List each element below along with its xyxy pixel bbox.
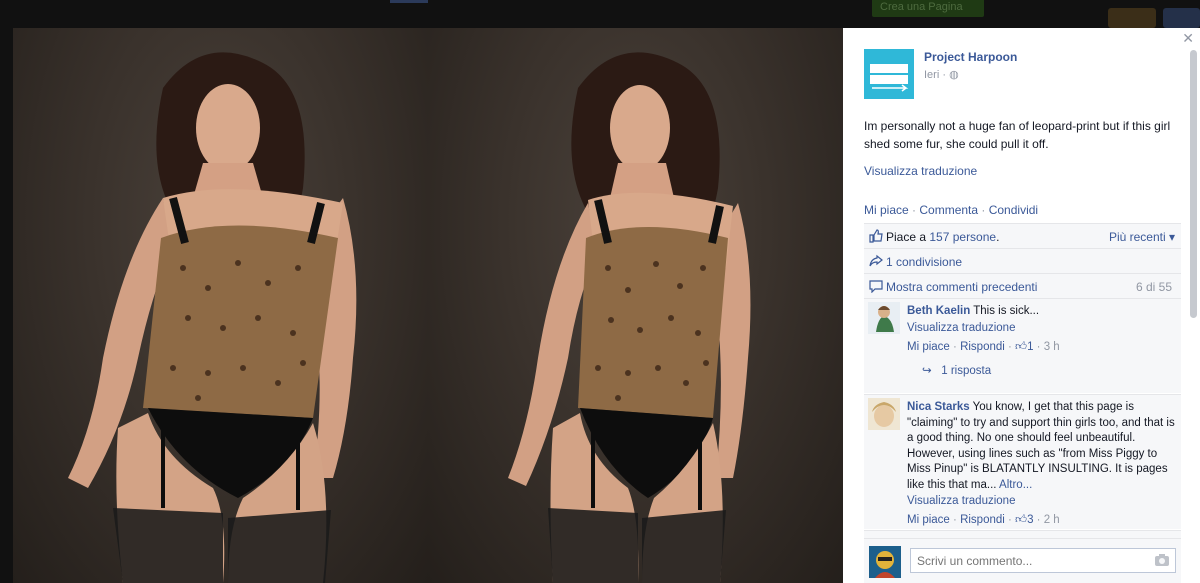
comment-input[interactable]: [910, 548, 1176, 573]
post-timestamp[interactable]: Ieri · ◍: [924, 68, 959, 81]
shares-row: 1 condivisione: [864, 248, 1181, 273]
photo-stage[interactable]: [13, 28, 843, 583]
avatar: [869, 546, 901, 578]
page-logo-avatar[interactable]: [864, 49, 914, 99]
comment-reply-button[interactable]: Rispondi: [960, 514, 1005, 526]
comment-composer: [864, 538, 1181, 583]
reply-arrow-icon: ↪: [922, 365, 932, 377]
comment-bubble-icon: [869, 280, 883, 293]
camera-icon[interactable]: [1154, 553, 1170, 567]
comment-text: This is sick...: [973, 305, 1040, 317]
shares-count-link[interactable]: 1 condivisione: [886, 255, 962, 269]
avatar[interactable]: [868, 302, 900, 334]
thumbs-up-icon: 👍︎: [1015, 340, 1028, 353]
photo-figure-left: [68, 52, 357, 583]
share-action[interactable]: Condividi: [989, 203, 1038, 217]
comment-like-button[interactable]: Mi piace: [907, 341, 950, 353]
comment-reply-button[interactable]: Rispondi: [960, 341, 1005, 353]
comment-body: Nica Starks You know, I get that this pa…: [907, 400, 1175, 529]
reply-count: 1 risposta: [941, 365, 992, 377]
comment-item-partial: [864, 530, 1181, 538]
photo-figure-right: [508, 52, 751, 583]
post-time-text: Ieri ·: [924, 69, 950, 81]
comment-like-count[interactable]: 👍︎3: [1015, 514, 1033, 526]
previous-comments-row: Mostra commenti precedenti 6 di 55: [864, 273, 1181, 298]
like-action[interactable]: Mi piace: [864, 203, 909, 217]
post-actions: Mi piace · Commenta · Condividi: [864, 203, 1038, 217]
comment-like-button[interactable]: Mi piace: [907, 514, 950, 526]
share-arrow-icon: [869, 254, 883, 267]
comment-action[interactable]: Commenta: [919, 203, 978, 217]
globe-icon: ◍: [949, 69, 959, 81]
dimmed-tab-indicator: [390, 0, 428, 3]
view-replies-link[interactable]: ↪ 1 risposta: [922, 363, 991, 377]
current-user-avatar-image: [869, 546, 901, 578]
commenter-avatar-image: [868, 302, 900, 334]
comment-meta: Mi piace · Rispondi · 👍︎1 · 3 h: [907, 340, 1060, 353]
comment-time[interactable]: 2 h: [1044, 514, 1060, 526]
action-separator: ·: [908, 203, 920, 217]
likes-suffix: .: [996, 230, 1000, 244]
likes-text: Piace a 157 persone.: [886, 230, 999, 244]
likes-prefix: Piace a: [886, 230, 930, 244]
chevron-down-icon: ▾: [1165, 230, 1175, 244]
comment-meta: Mi piace · Rispondi · 👍︎3 · 2 h: [907, 514, 1060, 526]
comment-count: 6 di 55: [1135, 280, 1172, 294]
sort-label: Più recenti: [1108, 230, 1166, 244]
comment-translate-link[interactable]: Visualizza traduzione: [907, 493, 1175, 510]
photo-left: [13, 28, 428, 583]
dimmed-thumbnail: [1163, 8, 1200, 28]
close-icon[interactable]: ✕: [1182, 30, 1194, 47]
page-name-link[interactable]: Project Harpoon: [924, 50, 1017, 64]
post-text: Im personally not a huge fan of leopard-…: [864, 119, 1171, 151]
sidebar-scrollbar[interactable]: [1190, 50, 1197, 318]
likes-row: Piace a 157 persone. Più recenti ▾: [864, 223, 1181, 248]
comment-time[interactable]: 3 h: [1044, 341, 1060, 353]
avatar[interactable]: [868, 398, 900, 430]
see-translation-link[interactable]: Visualizza traduzione: [864, 164, 977, 178]
harpoon-logo-icon: [864, 49, 914, 99]
comment-item: Beth Kaelin This is sick... Visualizza t…: [864, 298, 1181, 393]
thumbs-up-icon: 👍︎: [1015, 514, 1028, 526]
create-page-button[interactable]: Crea una Pagina: [872, 0, 984, 17]
post-sidebar: ✕ Project Harpoon Ieri · ◍ Im personally…: [843, 28, 1200, 583]
comment-translate-link[interactable]: Visualizza traduzione: [907, 320, 1175, 337]
commenter-avatar-image: [868, 398, 900, 430]
likes-count-link[interactable]: 157 persone: [929, 230, 996, 244]
dimmed-thumbnail: [1108, 8, 1156, 28]
see-more-link[interactable]: Altro...: [999, 479, 1032, 491]
comment-like-count[interactable]: 👍︎1: [1015, 341, 1033, 353]
thumbs-up-icon: [869, 229, 883, 243]
photo-right: [428, 28, 843, 583]
show-previous-comments-link[interactable]: Mostra commenti precedenti: [886, 280, 1037, 294]
comment-text: You know, I get that this page is "claim…: [907, 401, 1175, 491]
comment-author-link[interactable]: Beth Kaelin: [907, 305, 970, 317]
comment-body: Beth Kaelin This is sick... Visualizza t…: [907, 304, 1175, 356]
sort-comments-dropdown[interactable]: Più recenti ▾: [1109, 230, 1175, 244]
comment-item: Nica Starks You know, I get that this pa…: [864, 394, 1181, 529]
action-separator: ·: [978, 203, 989, 217]
comment-author-link[interactable]: Nica Starks: [907, 401, 970, 413]
